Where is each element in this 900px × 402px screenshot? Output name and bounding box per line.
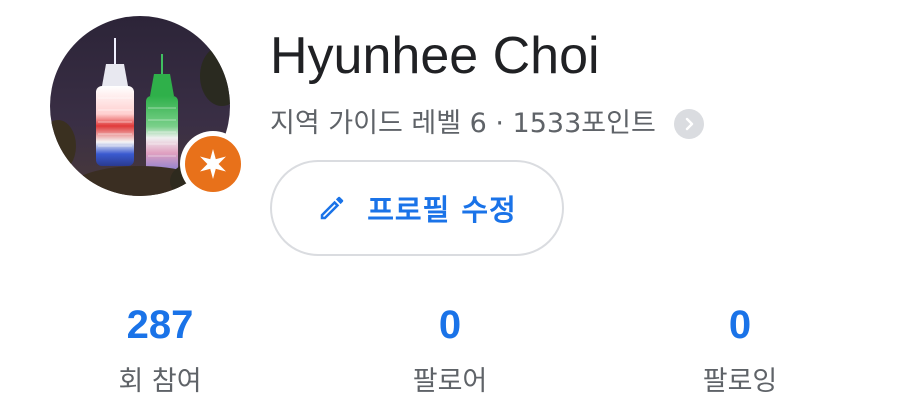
stat-label: 팔로어 <box>412 366 488 397</box>
local-guide-badge <box>180 131 246 197</box>
profile-name: Hyunhee Choi <box>270 27 600 85</box>
local-guide-star-icon <box>200 149 226 179</box>
stat-label: 회 참여 <box>118 366 202 397</box>
stat-value: 287 <box>126 303 194 347</box>
stat-followers[interactable]: 0 팔로어 <box>340 300 560 402</box>
level-details-button[interactable] <box>673 109 704 139</box>
profile-header: Hyunhee Choi 지역 가이드 레벨 6 · 1533포인트 프로필 수… <box>0 0 900 402</box>
chevron-right-icon <box>685 117 693 131</box>
edit-profile-label: 프로필 수정 <box>367 193 517 227</box>
stat-label: 팔로잉 <box>702 366 778 397</box>
stat-value: 0 <box>728 303 752 347</box>
stat-value: 0 <box>438 303 462 347</box>
edit-profile-button[interactable]: 프로필 수정 <box>270 160 564 256</box>
stat-contributions[interactable]: 287 회 참여 <box>50 300 270 402</box>
local-guide-level-text: 지역 가이드 레벨 6 · 1533포인트 <box>270 108 656 139</box>
stat-following[interactable]: 0 팔로잉 <box>630 300 850 402</box>
pencil-icon <box>321 196 344 220</box>
local-guide-level-row[interactable]: 지역 가이드 레벨 6 · 1533포인트 <box>270 104 704 144</box>
